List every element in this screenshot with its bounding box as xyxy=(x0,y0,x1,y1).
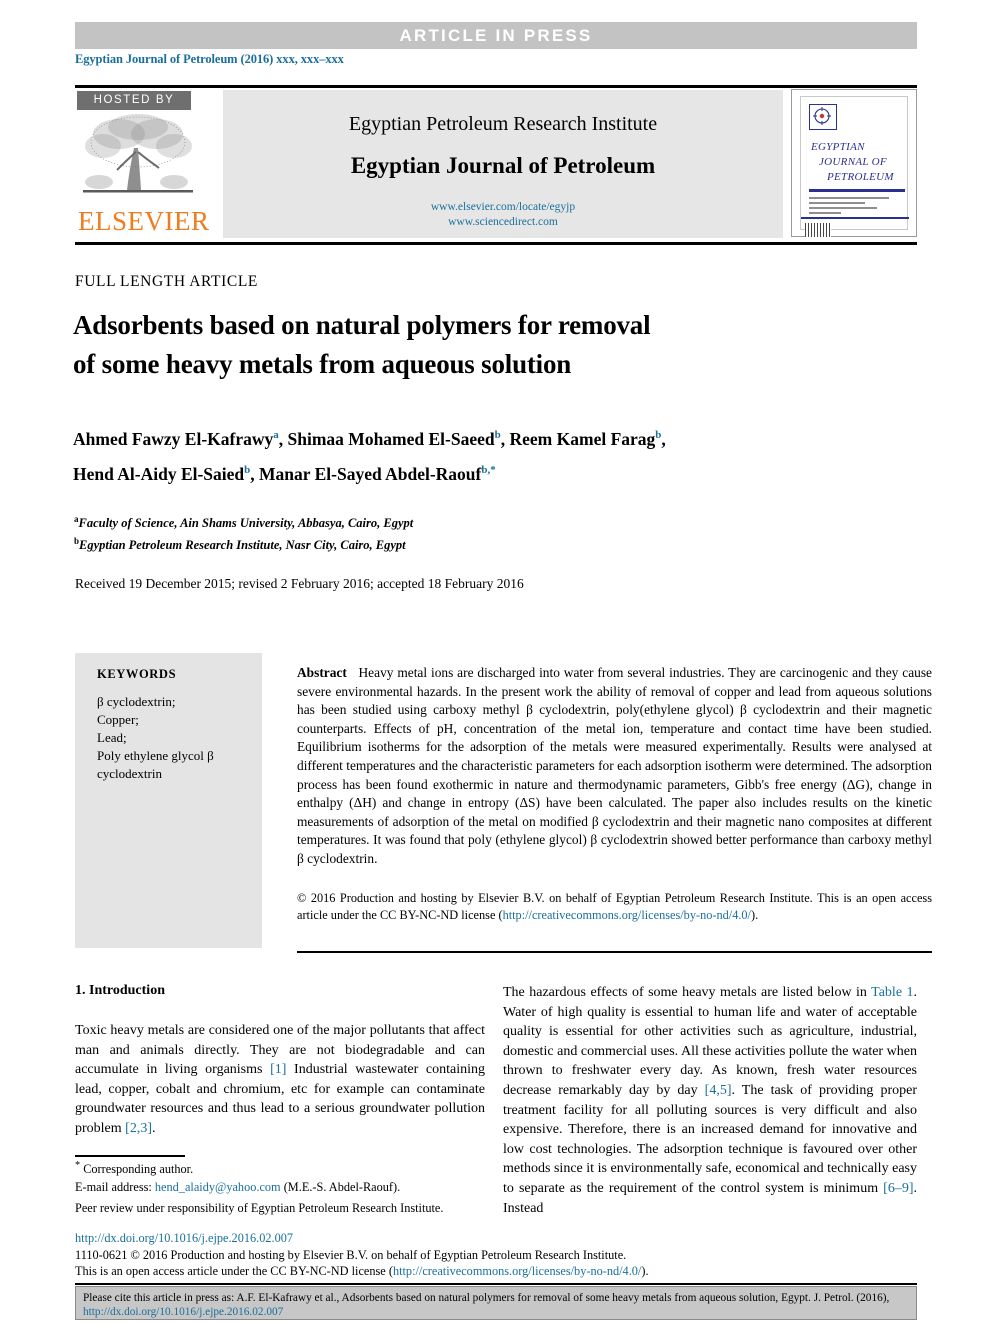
submission-dates: Received 19 December 2015; revised 2 Feb… xyxy=(75,576,524,591)
epri-seal-icon xyxy=(809,104,837,130)
page-title: Adsorbents based on natural polymers for… xyxy=(73,306,873,384)
article-in-press-label: ARTICLE IN PRESS xyxy=(399,26,593,45)
cover-divider-bar xyxy=(809,189,905,192)
intro-paragraph-right: The hazardous effects of some heavy meta… xyxy=(503,983,917,1218)
cover-title-line2: JOURNAL OF xyxy=(819,156,887,168)
corresponding-author-text: Corresponding author. xyxy=(80,1162,194,1177)
author-line-1: Ahmed Fawzy El-Kafrawya, Shimaa Mohamed … xyxy=(73,420,903,455)
abstract-copyright: © 2016 Production and hosting by Elsevie… xyxy=(297,890,932,924)
article-type-label: FULL LENGTH ARTICLE xyxy=(75,273,258,290)
footnotes-block: * Corresponding author. E-mail address: … xyxy=(75,1158,487,1217)
license-post-text: ). xyxy=(641,1264,649,1278)
section-heading-introduction: 1. Introduction xyxy=(75,983,165,998)
peer-review-note: Peer review under responsibility of Egyp… xyxy=(75,1201,444,1216)
keywords-box: KEYWORDS β cyclodextrin; Copper; Lead; P… xyxy=(75,653,262,948)
citation-ref-2-3[interactable]: [2,3] xyxy=(125,1121,152,1136)
affiliation-a: aFaculty of Science, Ain Shams Universit… xyxy=(74,510,413,532)
cite-doi-link[interactable]: http://dx.doi.org/10.1016/j.ejpe.2016.02… xyxy=(83,1306,283,1318)
body-column-right: The hazardous effects of some heavy meta… xyxy=(503,983,917,1218)
doi-link[interactable]: http://dx.doi.org/10.1016/j.ejpe.2016.02… xyxy=(75,1230,735,1247)
affiliations: aFaculty of Science, Ain Shams Universit… xyxy=(74,510,413,554)
intro-left-text-3: . xyxy=(151,1120,156,1136)
citation-request-box: Please cite this article in press as: A.… xyxy=(75,1286,917,1320)
journal-title-panel: Egyptian Petroleum Research Institute Eg… xyxy=(223,90,783,238)
abstract-body: Heavy metal ions are discharged into wat… xyxy=(297,665,932,866)
masthead-bottom-rule xyxy=(75,242,917,245)
citation-request-text: Please cite this article in press as: A.… xyxy=(83,1291,909,1319)
article-page: ARTICLE IN PRESS Egyptian Journal of Pet… xyxy=(0,0,992,1323)
corresponding-author-marker[interactable]: * xyxy=(490,464,496,476)
affiliation-b-text: Egyptian Petroleum Research Institute, N… xyxy=(79,538,406,553)
copyright-license-post: ). xyxy=(750,908,759,922)
abstract-label: Abstract xyxy=(297,665,347,680)
citation-ref-6-9[interactable]: [6–9] xyxy=(883,1181,913,1196)
elsevier-locate-url[interactable]: www.elsevier.com/locate/egyjp xyxy=(223,201,783,213)
author-abdel-raouf: , Manar El-Sayed Abdel-Raouf xyxy=(250,463,482,484)
abstract-text: Abstract Heavy metal ions are discharged… xyxy=(297,664,932,869)
keyword-item: Lead; xyxy=(97,730,127,745)
institute-name: Egyptian Petroleum Research Institute xyxy=(348,113,658,135)
issn-copyright-line: 1110-0621 © 2016 Production and hosting … xyxy=(75,1247,627,1262)
author-line1-comma: , xyxy=(661,428,666,449)
footnote-separator-rule xyxy=(75,1155,185,1157)
page-bottom-rule xyxy=(75,1283,917,1285)
journal-cover-thumbnail: EGYPTIAN JOURNAL OF PETROLEUM xyxy=(791,89,917,237)
title-line-1: Adsorbents based on natural polymers for… xyxy=(73,310,651,340)
body-column-left: 1. Introduction Toxic heavy metals are c… xyxy=(75,983,485,1139)
cc-license-link-part1[interactable]: http://creativecommons.org/licenses/by-n… xyxy=(503,908,733,922)
intro-paragraph-left: Toxic heavy metals are considered one of… xyxy=(75,1021,485,1139)
doi-and-license-block: http://dx.doi.org/10.1016/j.ejpe.2016.02… xyxy=(75,1230,735,1280)
keyword-item: β cyclodextrin; xyxy=(97,694,176,709)
elsevier-tree-icon xyxy=(79,112,197,209)
cc-license-link-part2[interactable]: 4.0/ xyxy=(732,908,751,922)
elsevier-logo-block: HOSTED BY ELSEVIER xyxy=(75,88,210,240)
article-in-press-banner: ARTICLE IN PRESS xyxy=(75,22,917,49)
title-line-2: of some heavy metals from aqueous soluti… xyxy=(73,349,572,379)
intro-right-text-1: The hazardous effects of some heavy meta… xyxy=(503,985,872,1000)
journal-masthead: HOSTED BY ELSEVIER Egyptian Petroleum Re… xyxy=(75,88,917,242)
affiliation-b: bEgyptian Petroleum Research Institute, … xyxy=(74,532,413,554)
email-owner: (M.E.-S. Abdel-Raouf). xyxy=(280,1179,401,1194)
email-note: E-mail address: hend_alaidy@yahoo.com (M… xyxy=(75,1179,487,1196)
copyright-line-1: © 2016 Production and hosting by Elsevie… xyxy=(297,891,839,905)
hosted-by-badge: HOSTED BY xyxy=(77,91,191,110)
keyword-item: cyclodextrin xyxy=(97,766,162,781)
journal-title: Egyptian Journal of Petroleum xyxy=(350,153,656,178)
cite-line-2-pre: Petrol. (2016), xyxy=(823,1292,890,1304)
citation-ref-4-5[interactable]: [4,5] xyxy=(705,1083,732,1098)
affiliation-a-text: Faculty of Science, Ain Shams University… xyxy=(78,516,414,531)
license-line: This is an open access article under the… xyxy=(75,1263,735,1280)
keywords-list: β cyclodextrin; Copper; Lead; Poly ethyl… xyxy=(97,693,247,783)
intro-right-text-3: . The task of providing proper treatment… xyxy=(503,1082,917,1196)
cc-license-footer-link[interactable]: http://creativecommons.org/licenses/by-n… xyxy=(393,1264,641,1278)
journal-cover-frame: EGYPTIAN JOURNAL OF PETROLEUM xyxy=(800,96,909,237)
keyword-item: Poly ethylene glycol β xyxy=(97,748,214,763)
sciencedirect-url[interactable]: www.sciencedirect.com xyxy=(223,216,783,228)
corresponding-author-note: * Corresponding author. xyxy=(75,1158,487,1178)
author-line-2: Hend Al-Aidy El-Saiedb, Manar El-Sayed A… xyxy=(73,455,903,490)
elsevier-wordmark: ELSEVIER xyxy=(78,206,210,236)
cite-line-1: Please cite this article in press as: A.… xyxy=(83,1292,821,1304)
author-abdel-raouf-affil[interactable]: b, xyxy=(481,464,490,476)
email-link[interactable]: hend_alaidy@yahoo.com xyxy=(155,1180,281,1194)
keywords-heading: KEYWORDS xyxy=(97,667,177,681)
cover-title-line3: PETROLEUM xyxy=(827,171,894,183)
author-list: Ahmed Fawzy El-Kafrawya, Shimaa Mohamed … xyxy=(73,420,903,490)
author-el-saeed: , Shimaa Mohamed El-Saeed xyxy=(278,428,495,449)
license-pre-text: This is an open access article under the… xyxy=(75,1264,393,1278)
abstract-bottom-rule xyxy=(297,951,932,953)
journal-reference-line: Egyptian Journal of Petroleum (2016) xxx… xyxy=(75,52,344,66)
cover-barcode-icon xyxy=(805,223,831,237)
cover-divider-bar-2 xyxy=(801,217,909,219)
email-label: E-mail address: xyxy=(75,1179,155,1194)
author-el-saied: Hend Al-Aidy El-Saied xyxy=(73,463,245,484)
author-el-kafrawy: Ahmed Fawzy El-Kafrawy xyxy=(73,428,274,449)
cover-title-line1: EGYPTIAN xyxy=(811,141,865,153)
author-farag: , Reem Kamel Farag xyxy=(500,428,656,449)
intro-right-text-2: . Water of high quality is essential to … xyxy=(503,985,917,1098)
cover-journal-title: EGYPTIAN JOURNAL OF PETROLEUM xyxy=(811,140,907,185)
table-1-link[interactable]: Table 1 xyxy=(871,985,913,1000)
keyword-item: Copper; xyxy=(97,712,139,727)
citation-ref-1[interactable]: [1] xyxy=(270,1062,286,1077)
